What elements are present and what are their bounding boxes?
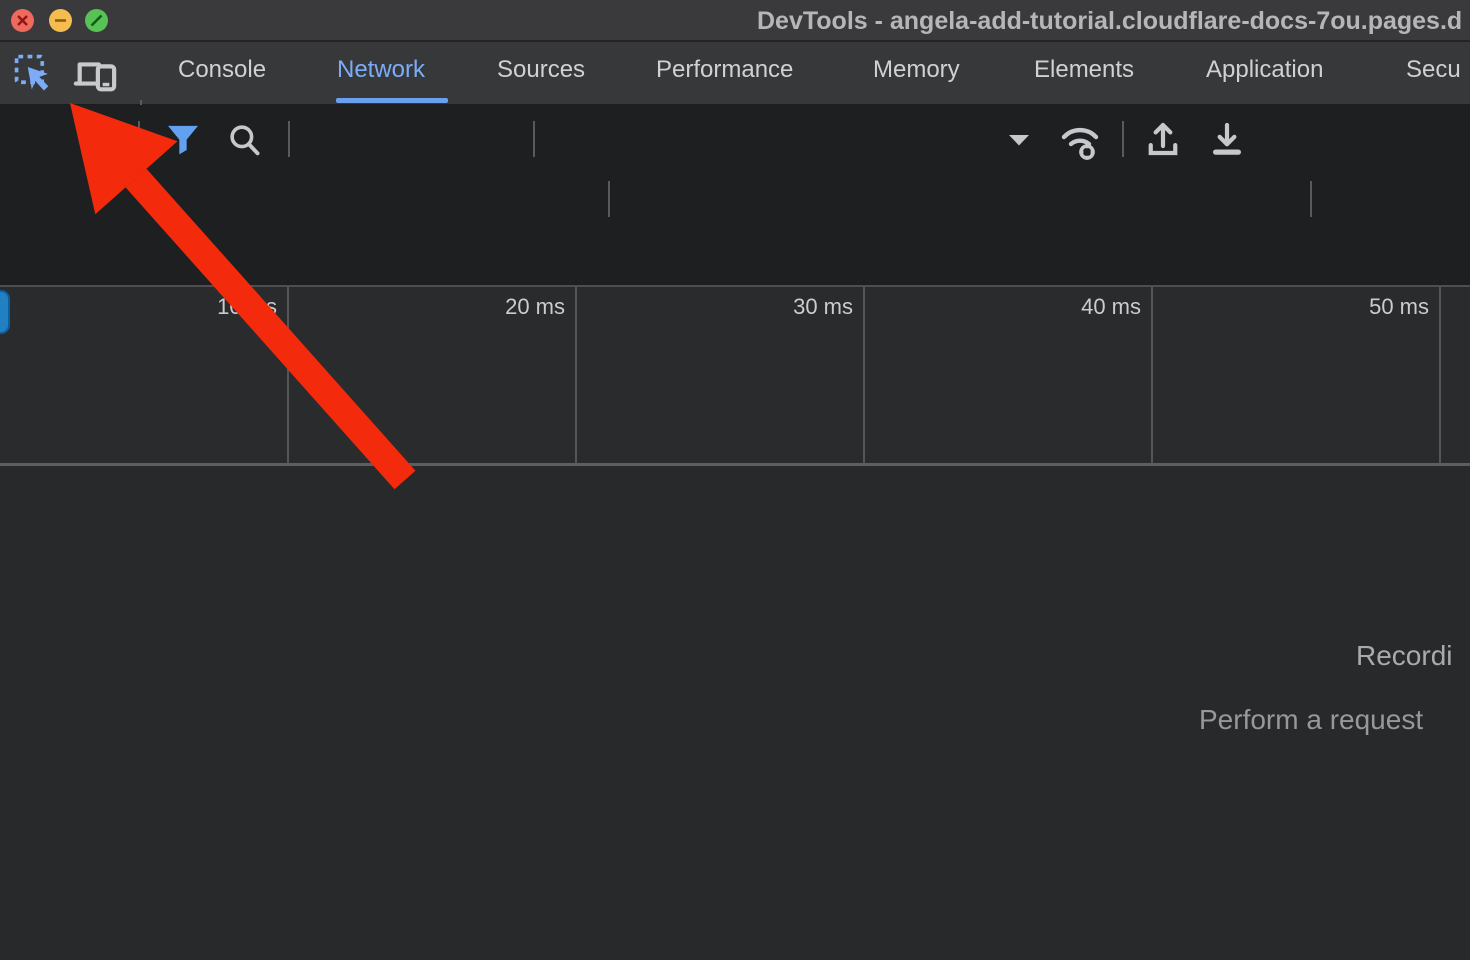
network-conditions-icon[interactable] [1056,119,1106,161]
device-toolbar-button[interactable] [72,52,118,96]
overview-drag-handle[interactable] [0,290,10,334]
tab-memory[interactable]: Memory [873,56,960,98]
timeline-gridline [1151,287,1153,463]
toolbar-separator [1122,121,1124,157]
filterbar-separator [608,181,610,217]
tab-sources[interactable]: Sources [497,56,585,98]
tab-performance[interactable]: Performance [656,56,793,98]
dropdown-caret-icon[interactable] [1006,132,1032,148]
network-filter-bar: Invert Hide data URLs Hide extension URL… [0,168,1470,228]
window-title: DevTools - angela-add-tutorial.cloudflar… [757,7,1462,36]
perform-request-hint-text: Perform a request [1199,704,1423,736]
import-har-icon[interactable] [1142,118,1184,160]
recording-status-text: Recordi [1356,640,1452,672]
network-toolbar: Preserve log Disable cache No throttling [0,105,1470,168]
timeline-gridline [863,287,865,463]
titlebar: DevTools - angela-add-tutorial.cloudflar… [0,0,1470,42]
toolbar-separator [138,121,140,157]
active-tab-underline [336,98,448,103]
request-filter-row: Blocked requests 3rd-party requests [0,228,1470,285]
device-toolbar-icon [72,52,118,96]
minimize-icon[interactable] [49,9,72,32]
inspect-element-button[interactable] [11,52,57,96]
toolbar-separator [533,121,535,157]
inspect-icon [12,52,56,96]
timeline-gridline [575,287,577,463]
timeline-tick-10ms: 10 ms [157,294,277,320]
timeline-gridline [1439,287,1441,463]
timeline-tick-30ms: 30 ms [733,294,853,320]
tab-application[interactable]: Application [1206,56,1323,98]
tab-elements[interactable]: Elements [1034,56,1134,98]
close-icon[interactable] [11,9,34,32]
timeline-tick-40ms: 40 ms [1021,294,1141,320]
devtools-tabbar: Console Network Sources Performance Memo… [0,42,1470,105]
tab-network[interactable]: Network [337,56,425,98]
timeline-tick-50ms: 50 ms [1309,294,1429,320]
timeline-tick-20ms: 20 ms [445,294,565,320]
filterbar-separator [1310,181,1312,217]
tab-security[interactable]: Secu [1406,56,1461,98]
search-icon[interactable] [226,122,264,158]
filter-funnel-icon[interactable] [163,123,203,157]
devtools-window: DevTools - angela-add-tutorial.cloudflar… [0,0,1470,960]
zoom-icon[interactable] [85,9,108,32]
toolbar-separator [288,121,290,157]
export-har-icon[interactable] [1206,118,1248,160]
timeline-gridline [287,287,289,463]
request-list-empty-area: Recordi Perform a request [0,466,1470,960]
tab-console[interactable]: Console [178,56,266,98]
network-overview-timeline[interactable]: 10 ms 20 ms 30 ms 40 ms 50 ms [0,285,1470,466]
